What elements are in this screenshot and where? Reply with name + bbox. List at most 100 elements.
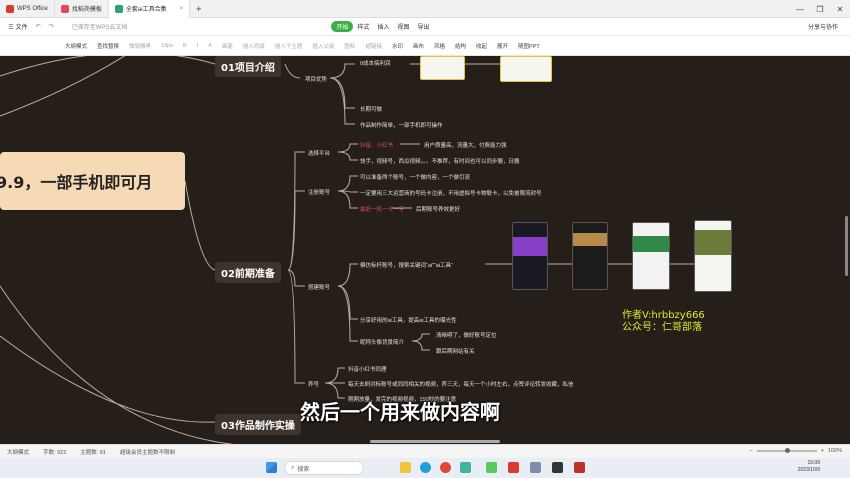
zoom-slider-knob[interactable] bbox=[784, 448, 790, 453]
main-node-production[interactable]: 03作品制作实操 bbox=[215, 414, 301, 435]
node-nurture[interactable]: 养号 bbox=[308, 380, 319, 388]
menu-insert[interactable]: 插入 bbox=[373, 22, 393, 31]
redo-icon[interactable]: ↷ bbox=[45, 23, 58, 30]
insert-parent-button[interactable]: 插入父级 bbox=[307, 42, 339, 50]
node-profile-note-2[interactable]: 跟后期网站有关 bbox=[436, 347, 475, 355]
node-nurture-1[interactable]: 抖音小红书同理 bbox=[348, 365, 387, 373]
main-node-project-intro[interactable]: 01项目介绍 bbox=[215, 56, 281, 77]
watermark-button[interactable]: 水印 bbox=[387, 42, 408, 50]
node-platform-others[interactable]: 快手，视频号，西瓜视频。。。不推荐，有时间也可以同步搬，日搬 bbox=[360, 157, 520, 165]
vip-note[interactable]: 超级会员主题数不限制 bbox=[113, 448, 182, 456]
node-setup-note-2[interactable]: 分享好用的ai工具，提高ai工具的曝光性 bbox=[360, 316, 457, 324]
style-button[interactable]: 风格 bbox=[429, 42, 450, 50]
zoom-in-icon[interactable]: + bbox=[821, 448, 824, 454]
window-controls: — ❐ ✕ bbox=[790, 0, 850, 18]
insert-sibling-button[interactable]: 插入同级 bbox=[238, 42, 270, 50]
new-tab-button[interactable]: + bbox=[190, 0, 207, 18]
docer-logo-icon bbox=[60, 4, 69, 13]
tab-label: 全套ai工具合集 bbox=[125, 7, 167, 13]
node-profile-note-1[interactable]: 清晰明了，做好账号定位 bbox=[436, 331, 497, 339]
wps-logo-icon bbox=[6, 4, 14, 13]
root-node[interactable]: 9.9，一部手机即可月 bbox=[0, 152, 185, 210]
font-size-select[interactable]: 18px bbox=[156, 43, 178, 49]
zoom-level: 100% bbox=[827, 448, 842, 454]
node-register-note-2[interactable]: 一定要用三大运营商的号码卡注册，不用虚拟号卡物联卡，以免被限流封号 bbox=[360, 189, 542, 197]
node-setup-note[interactable]: 模仿标杆账号，搜索关键词“ai”“ai工具” bbox=[360, 261, 453, 269]
taskbar-search[interactable]: ⌕ 搜索 bbox=[284, 461, 364, 475]
menu-style[interactable]: 样式 bbox=[353, 22, 373, 31]
outline-mode-button[interactable]: 大纲模式 bbox=[60, 42, 92, 50]
author-watermark: 作者V:hrbbzy666 公众号：仁哥部落 bbox=[622, 310, 705, 334]
account-screenshot bbox=[572, 222, 608, 290]
windows-start-icon[interactable] bbox=[266, 462, 277, 473]
zoom-slider[interactable] bbox=[756, 448, 817, 453]
main-node-preparation[interactable]: 02前期准备 bbox=[215, 262, 281, 283]
collapse-button[interactable]: 收起 bbox=[471, 42, 492, 50]
node-register-note-1[interactable]: 可以准备两个账号，一个做内容，一个做引流 bbox=[360, 173, 470, 181]
node-low-cost[interactable]: 0成本搞利润 bbox=[360, 59, 391, 67]
word-count: 字数: 922 bbox=[43, 449, 67, 456]
node-platform-red-note[interactable]: 用户质量高，流量大，付费能力强 bbox=[424, 141, 507, 149]
find-replace-button[interactable]: 查找替换 bbox=[92, 42, 124, 50]
node-register-account[interactable]: 注册账号 bbox=[308, 188, 330, 196]
cloud-sync-note: 已保存至WPS云文档 bbox=[71, 25, 128, 31]
font-family-select[interactable]: 微软雅黑 bbox=[124, 42, 156, 50]
vertical-scrollbar[interactable] bbox=[845, 216, 848, 276]
tab-bar: WPS Office 找稻壳模板 全套ai工具合集 × + — ❐ ✕ bbox=[0, 0, 850, 18]
icon-button[interactable]: 图标 bbox=[339, 42, 360, 50]
zoom-out-icon[interactable]: − bbox=[749, 448, 752, 454]
italic-button[interactable]: I bbox=[192, 43, 204, 49]
tab-wps-office[interactable]: WPS Office bbox=[0, 0, 55, 18]
app-icon[interactable] bbox=[530, 462, 541, 473]
edge-icon[interactable] bbox=[420, 462, 431, 473]
undo-icon[interactable]: ↶ bbox=[32, 23, 45, 30]
minimize-button[interactable]: — bbox=[790, 5, 810, 14]
node-platform-red[interactable]: 抖音、小红书 bbox=[360, 141, 393, 149]
canvas-button[interactable]: 画布 bbox=[408, 42, 429, 50]
app-icon[interactable] bbox=[460, 462, 471, 473]
node-project-advantage[interactable]: 项目优势 bbox=[305, 75, 327, 83]
node-profile[interactable]: 昵称头像背景简介 bbox=[360, 338, 404, 346]
zoom-control: − + 100% bbox=[749, 448, 842, 454]
horizontal-scrollbar[interactable] bbox=[370, 440, 500, 443]
maximize-button[interactable]: ❐ bbox=[810, 5, 830, 14]
system-clock[interactable]: 15:09 2023/10/9 bbox=[798, 460, 820, 474]
node-label: 01项目介绍 bbox=[221, 63, 275, 74]
taskbar: ⌕ 搜索 15:09 2023/10/9 bbox=[0, 458, 850, 478]
node-register-note-3b[interactable]: 后期账号养效更好 bbox=[416, 205, 460, 213]
file-menu[interactable]: 三 文件 bbox=[4, 22, 32, 31]
app-icon[interactable] bbox=[574, 462, 585, 473]
close-button[interactable]: ✕ bbox=[830, 5, 850, 14]
node-label: 03作品制作实操 bbox=[221, 421, 295, 432]
outline-mode-toggle[interactable]: 大纲模式 bbox=[0, 448, 36, 456]
node-nurture-2[interactable]: 每天去刷对标账号或同同相关的视频，养三天，每天一个小时左右，点赞评论转发收藏，私… bbox=[348, 380, 574, 388]
menu-export[interactable]: 导出 bbox=[413, 22, 433, 31]
tab-label: WPS Office bbox=[17, 5, 48, 12]
chrome-icon[interactable] bbox=[440, 462, 451, 473]
share-button[interactable]: 分享与协作 bbox=[804, 22, 842, 31]
hyperlink-button[interactable]: 超链接 bbox=[360, 42, 387, 50]
brush-button[interactable]: 画笔 bbox=[217, 42, 238, 50]
app-icon[interactable] bbox=[486, 462, 497, 473]
mindmap-canvas[interactable]: 9.9，一部手机即可月 01项目介绍 02前期准备 03作品制作实操 项目优势 … bbox=[0, 56, 850, 444]
to-ppt-button[interactable]: 随图PPT bbox=[513, 42, 545, 50]
node-choose-platform[interactable]: 选择平台 bbox=[308, 149, 330, 157]
menu-start[interactable]: 开始 bbox=[331, 21, 354, 32]
close-tab-icon[interactable]: × bbox=[180, 6, 184, 12]
file-explorer-icon[interactable] bbox=[400, 462, 411, 473]
tab-templates[interactable]: 找稻壳模板 bbox=[55, 0, 109, 18]
node-setup-account[interactable]: 搭建账号 bbox=[308, 283, 330, 291]
watermark-line-2: 公众号：仁哥部落 bbox=[622, 322, 702, 333]
menu-view[interactable]: 视图 bbox=[393, 22, 413, 31]
app-icon[interactable] bbox=[552, 462, 563, 473]
wps-icon[interactable] bbox=[508, 462, 519, 473]
node-long-term[interactable]: 长期可做 bbox=[360, 105, 382, 113]
node-register-note-3[interactable]: 最好一机一卡一号 bbox=[360, 205, 404, 213]
expand-button[interactable]: 展开 bbox=[492, 42, 513, 50]
font-color-button[interactable]: A bbox=[203, 43, 217, 49]
node-simple[interactable]: 作品制作简单，一部手机即可操作 bbox=[360, 121, 443, 129]
structure-button[interactable]: 结构 bbox=[450, 42, 471, 50]
insert-child-button[interactable]: 插入子主题 bbox=[270, 42, 308, 50]
bold-button[interactable]: B bbox=[178, 43, 192, 49]
tab-ai-tools[interactable]: 全套ai工具合集 × bbox=[108, 0, 191, 18]
